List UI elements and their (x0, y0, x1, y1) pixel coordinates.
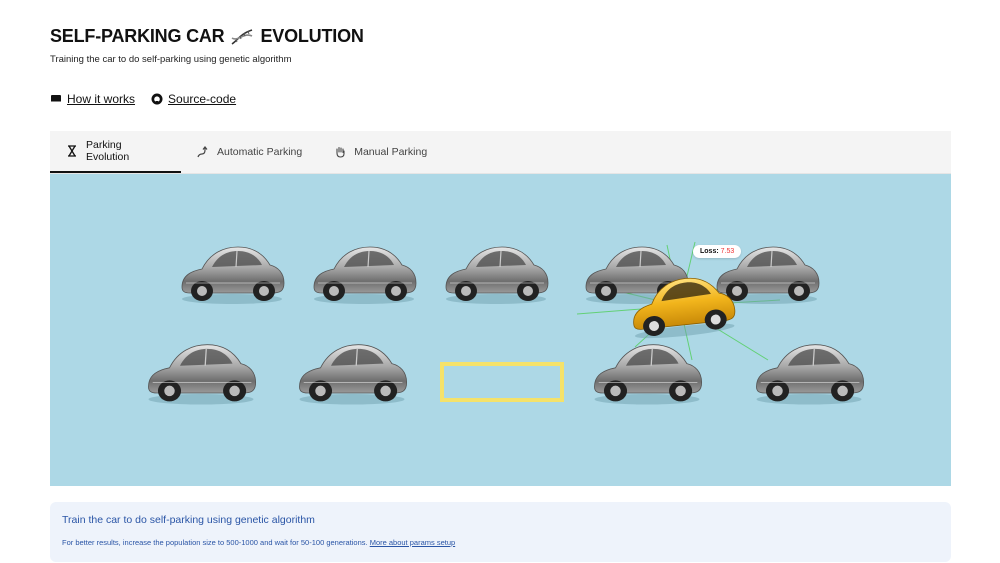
page-title-right: EVOLUTION (260, 26, 364, 46)
source-code-label: Source-code (168, 92, 237, 106)
params-setup-link[interactable]: More about params setup (370, 538, 455, 547)
tab-parking-evolution-label: Parking Evolution (86, 139, 130, 163)
dna-icon (230, 28, 254, 46)
tab-automatic-parking[interactable]: Automatic Parking (181, 131, 318, 173)
parked-car (181, 246, 285, 305)
parking-scene-svg (147, 241, 865, 406)
tab-parking-evolution[interactable]: Parking Evolution (50, 131, 181, 173)
parked-car (147, 344, 257, 406)
loss-label: Loss: (700, 248, 719, 255)
parked-car (755, 344, 865, 406)
parked-car (445, 246, 549, 305)
info-headline: Train the car to do self-parking using g… (62, 514, 315, 526)
hand-icon (334, 146, 346, 158)
how-it-works-link[interactable]: How it works (50, 92, 135, 106)
mode-tabs: Parking Evolution Automatic Parking Manu… (50, 131, 951, 174)
github-icon (151, 93, 163, 105)
tab-manual-parking[interactable]: Manual Parking (318, 131, 443, 173)
how-it-works-label: How it works (67, 92, 136, 106)
page-title: SELF-PARKING CAR EVOLUTION (50, 26, 364, 47)
book-icon (50, 93, 62, 105)
parking-scene-canvas[interactable]: Loss: 7.53 (50, 174, 951, 486)
parked-car (313, 246, 417, 305)
tab-manual-parking-label: Manual Parking (354, 146, 428, 158)
header-links: How it works Source-code (50, 92, 236, 106)
source-code-link[interactable]: Source-code (151, 92, 236, 106)
route-icon (197, 146, 209, 158)
empty-parking-spot (440, 362, 564, 402)
loss-value: 7.53 (720, 248, 735, 255)
info-hint: For better results, increase the populat… (62, 538, 939, 547)
page-title-left: SELF-PARKING CAR (50, 26, 225, 46)
parked-car (593, 344, 703, 406)
tab-automatic-parking-label: Automatic Parking (217, 146, 303, 158)
info-hint-text: For better results, increase the populat… (62, 538, 368, 547)
loss-tooltip: Loss: 7.53 (693, 245, 742, 258)
page-subtitle: Training the car to do self-parking usin… (50, 54, 292, 65)
parked-car (298, 344, 408, 406)
hourglass-icon (66, 145, 78, 157)
info-panel: Train the car to do self-parking using g… (50, 502, 951, 562)
